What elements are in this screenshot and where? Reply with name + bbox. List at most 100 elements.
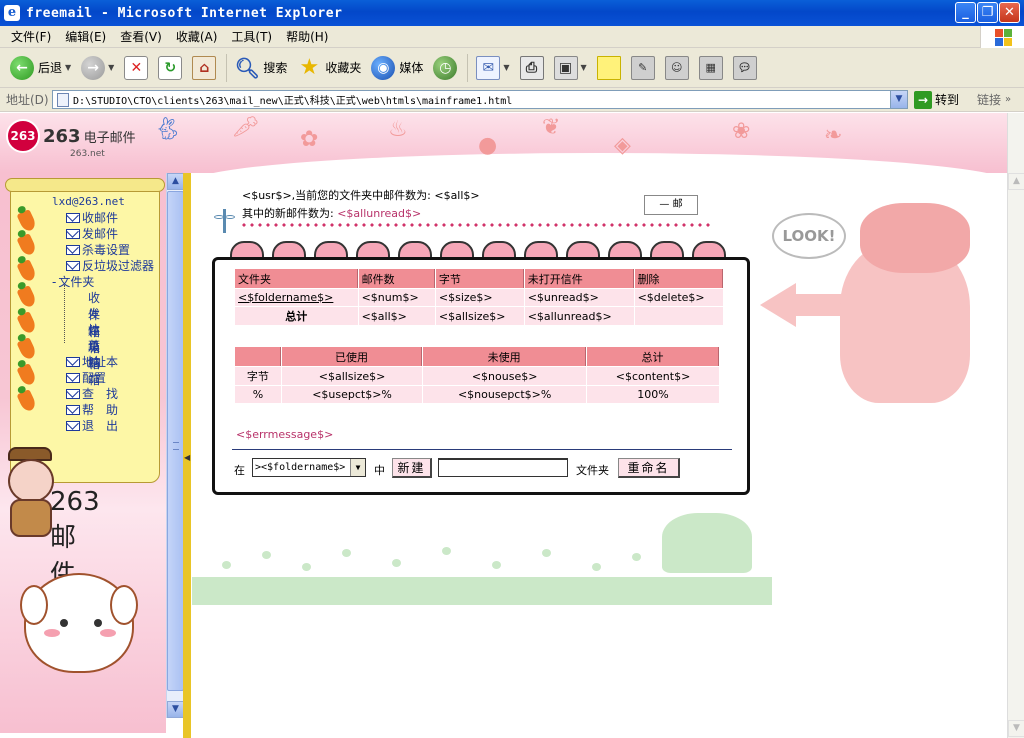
forward-button[interactable]: → ▼ (77, 51, 118, 85)
menu-view[interactable]: 查看(V) (113, 28, 169, 45)
col-unread: 未打开信件 (524, 269, 634, 288)
address-input[interactable]: D:\STUDIO\CTO\clients\263\mail_new\正式\科技… (52, 90, 908, 109)
nav-item-help[interactable]: 帮 助 (66, 401, 118, 418)
nav-item-search[interactable]: 查 找 (66, 385, 118, 402)
messenger-button[interactable]: ☺ (661, 51, 693, 85)
greeting-text: <$usr$>,当前您的文件夹中邮件数为: <$all$> (242, 189, 480, 202)
cell-delete[interactable]: <$delete$> (634, 289, 723, 306)
menu-file[interactable]: 文件(F) (4, 28, 58, 45)
row-label: 字节 (235, 367, 281, 385)
research-button[interactable]: ✎ (627, 51, 659, 85)
close-button[interactable]: ✕ (999, 2, 1020, 23)
folder-name-input[interactable] (438, 458, 568, 477)
address-bar: 地址(D) D:\STUDIO\CTO\clients\263\mail_new… (0, 88, 1024, 112)
carrot-icon: 🥕︎ (232, 115, 260, 140)
nav-item-logout[interactable]: 退 出 (66, 417, 118, 434)
edit-button[interactable]: ▣ ▼ (550, 51, 591, 85)
nav-item-send[interactable]: 发邮件 (66, 225, 118, 242)
scroll-up-button[interactable]: ▲ (167, 173, 184, 190)
sidebar-scrollbar[interactable]: ▲ ▼ (166, 173, 184, 718)
frame-splitter[interactable]: ◀ (183, 173, 191, 738)
window-title: freemail - Microsoft Internet Explorer (26, 5, 343, 21)
nav-item-receive[interactable]: 收邮件 (66, 209, 118, 226)
scroll-thumb[interactable] (167, 191, 184, 691)
chevron-down-icon[interactable]: ▼ (890, 91, 907, 108)
stop-icon: ✕ (124, 55, 149, 80)
refresh-button[interactable]: ↻ (154, 51, 186, 85)
paw-icon (222, 561, 231, 569)
divider (232, 449, 732, 450)
cell-unread: <$unread$> (524, 289, 634, 306)
paw-icon (492, 561, 501, 569)
nav-item-spam-filter[interactable]: 反垃圾过滤器 (66, 257, 154, 274)
history-button[interactable]: ◷ (429, 51, 461, 85)
home-icon: ⌂ (192, 55, 217, 80)
look-bubble: LOOK! (772, 213, 846, 259)
paw-icon (632, 553, 641, 561)
chevron-down-icon: ▼ (580, 63, 587, 72)
stop-button[interactable]: ✕ (120, 51, 152, 85)
toolbar: ← 后退 ▼ → ▼ ✕ ↻ ⌂ 🔍︎ 搜索 ★ 收藏夹 ◉ 媒体 ◷ ✉ ▼ … (0, 48, 1024, 88)
scroll-up-button[interactable]: ▲ (1008, 173, 1024, 190)
table-row: 字节 <$allsize$> <$nouse$> <$content$> (235, 367, 719, 385)
chevron-down-icon[interactable]: ▼ (350, 459, 365, 476)
dog-ear (110, 585, 138, 625)
favorites-button[interactable]: ★ 收藏夹 (293, 51, 365, 85)
related-button[interactable]: ▦ (695, 51, 727, 85)
cell-size: <$size$> (435, 289, 524, 306)
scroll-down-button[interactable]: ▼ (1008, 720, 1024, 737)
envelope-icon (66, 212, 80, 223)
paw-icon (302, 563, 311, 571)
scroll-roll (5, 178, 165, 192)
home-button[interactable]: ⌂ (188, 51, 220, 85)
menu-favorites[interactable]: 收藏(A) (169, 28, 225, 45)
logo-subtitle: 电子邮件 (83, 130, 136, 146)
col-count: 邮件数 (358, 269, 435, 288)
menu-edit[interactable]: 编辑(E) (58, 28, 113, 45)
search-button[interactable]: 🔍︎ 搜索 (231, 51, 291, 85)
dog-mascot (20, 573, 138, 673)
media-button[interactable]: ◉ 媒体 (367, 51, 427, 85)
menu-help[interactable]: 帮助(H) (279, 28, 335, 45)
nav-item-settings[interactable]: 配置 (66, 369, 106, 386)
minimize-button[interactable]: _ (955, 2, 976, 23)
nav-item-address-book[interactable]: 地址本 (66, 353, 118, 370)
rename-button[interactable]: 重命名 (618, 458, 680, 478)
nav-item-folders[interactable]: - 文件夹 (52, 273, 94, 290)
folder-table: 文件夹 邮件数 字节 未打开信件 删除 <$foldername$> <$num… (234, 268, 724, 326)
folder-select[interactable]: ><$foldername$> ▼ (252, 458, 366, 477)
mail-icon: ✉ (476, 55, 501, 80)
nav-item-antivirus[interactable]: 杀毒设置 (66, 241, 130, 258)
menu-tools[interactable]: 工具(T) (224, 28, 279, 45)
forward-arrow-icon: → (81, 55, 106, 80)
main-scrollbar[interactable]: ▲ ▼ (1007, 173, 1024, 738)
scroll-down-button[interactable]: ▼ (167, 701, 184, 718)
total-unread: <$allunread$> (524, 307, 634, 325)
total-count: <$all$> (358, 307, 435, 325)
mail-button[interactable]: ✉ ▼ (472, 51, 513, 85)
discuss-button[interactable]: 💬︎ (729, 51, 761, 85)
links-button[interactable]: 链接 (977, 91, 1001, 108)
note-button[interactable] (593, 51, 625, 85)
dino-head (860, 203, 970, 273)
arrow-decoration (760, 283, 850, 327)
back-button[interactable]: ← 后退 ▼ (6, 51, 75, 85)
chevron-down-icon: ▼ (65, 63, 72, 72)
go-button[interactable]: → 转到 (914, 90, 959, 109)
maximize-button[interactable]: ❐ (977, 2, 998, 23)
collapse-arrow-icon[interactable]: ◀ (184, 453, 190, 462)
printer-icon: ⎙ (519, 55, 544, 80)
research-icon: ✎ (630, 55, 655, 80)
print-button[interactable]: ⎙ (516, 51, 548, 85)
folder-name-link[interactable]: <$foldername$> (235, 289, 358, 306)
windows-flag-icon (980, 26, 1024, 48)
col-used: 已使用 (281, 347, 423, 366)
dog-eye (60, 619, 68, 627)
new-folder-button[interactable]: 新建 (392, 458, 432, 478)
tree-line (64, 285, 65, 343)
flower-icon: ✿ (300, 127, 319, 152)
new-mail-count: 其中的新邮件数为: <$allunread$> (242, 207, 422, 220)
sidebar: lxd@263.net 收邮件 发邮件 杀毒设置 反垃圾过滤器 - 文件夹 收件… (0, 173, 166, 733)
ie-logo-icon: e (4, 5, 20, 21)
chevron-right-icon: » (1005, 94, 1012, 105)
